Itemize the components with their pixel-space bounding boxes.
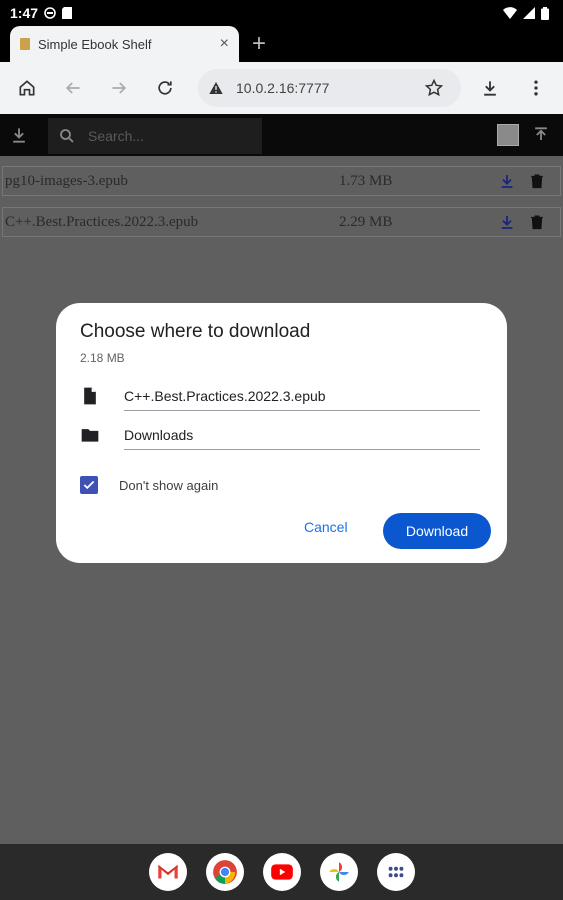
search-box[interactable] [48,118,262,154]
forward-button[interactable] [102,71,136,105]
home-button[interactable] [10,71,44,105]
book-size: 2.29 MB [339,213,393,230]
status-left: 1:47 [10,5,73,21]
back-button[interactable] [56,71,90,105]
search-input[interactable] [88,128,238,144]
downloads-button[interactable] [473,71,507,105]
dont-show-again-checkbox[interactable] [80,476,98,494]
tab-strip: Simple Ebook Shelf × + [0,26,563,62]
omnibox[interactable]: 10.0.2.16:7777 [198,69,461,107]
arrow-left-icon [65,82,80,94]
reload-icon [158,81,172,95]
cancel-button[interactable]: Cancel [304,519,348,535]
book-size: 1.73 MB [339,172,393,189]
tab-title: Simple Ebook Shelf [38,36,152,52]
more-vert-icon [534,80,538,96]
list-view-toggle[interactable] [497,124,519,146]
apps-grid-icon [388,866,403,878]
home-icon [19,80,35,96]
upload-icon[interactable] [531,125,551,145]
favicon-icon [20,38,30,50]
file-icon [84,387,96,405]
book-actions [499,173,545,189]
status-time: 1:47 [10,5,39,21]
book-row[interactable]: C++.Best.Practices.2022.3.epub 2.29 MB [2,207,561,237]
check-icon [83,480,95,490]
sd-card-icon [62,7,73,19]
wifi-icon [503,7,517,19]
dialog-title: Choose where to download [80,321,311,342]
folder-field[interactable]: Downloads [124,420,480,450]
url-text[interactable]: 10.0.2.16:7777 [236,80,417,96]
photos-icon [328,862,349,882]
status-bar: 1:47 [0,0,563,26]
bookmark-button[interactable] [417,71,451,105]
folder-row: Downloads [80,420,480,450]
star-icon [424,78,444,97]
app-dock [0,844,563,900]
menu-button[interactable] [519,71,553,105]
checkbox-label: Don't show again [119,478,219,493]
app-header [0,114,563,156]
download-button[interactable]: Download [383,513,491,549]
download-icon[interactable] [499,173,515,189]
download-icon [484,81,496,96]
gmail-icon [157,865,178,879]
download-icon[interactable] [499,214,515,230]
search-icon [60,129,74,143]
close-tab-icon[interactable]: × [220,35,229,53]
download-icon[interactable] [9,125,29,145]
browser-tab[interactable]: Simple Ebook Shelf × [10,26,239,62]
trash-icon[interactable] [529,214,545,230]
vpn-icon [44,7,56,19]
book-name: C++.Best.Practices.2022.3.epub [5,213,199,230]
arrow-right-icon [112,82,127,94]
book-name: pg10-images-3.epub [5,172,128,189]
photos-app[interactable] [319,853,358,891]
youtube-app[interactable] [262,853,301,891]
reload-button[interactable] [148,71,182,105]
app-drawer[interactable] [376,853,415,891]
signal-icon [523,7,535,19]
chrome-app[interactable] [205,853,244,891]
folder-icon [81,429,99,442]
status-right [503,6,549,20]
browser-toolbar: 10.0.2.16:7777 [0,62,563,114]
youtube-icon [270,864,293,880]
file-size: 2.18 MB [80,351,125,365]
chrome-icon [212,860,237,884]
new-tab-icon[interactable]: + [252,30,266,58]
book-actions [499,214,545,230]
warning-icon [209,82,223,94]
book-row[interactable]: pg10-images-3.epub 1.73 MB [2,166,561,196]
filename-field[interactable]: C++.Best.Practices.2022.3.epub [124,381,480,411]
gmail-app[interactable] [148,853,187,891]
battery-icon [541,6,549,20]
trash-icon[interactable] [529,173,545,189]
download-dialog: Choose where to download 2.18 MB C++.Bes… [56,303,507,563]
filename-row: C++.Best.Practices.2022.3.epub [80,381,480,411]
